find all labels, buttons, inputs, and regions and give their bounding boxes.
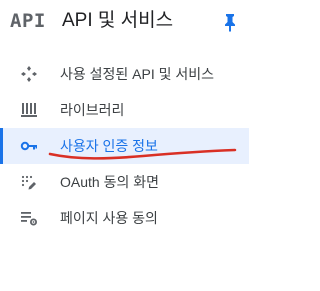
sidebar-header: API API 및 서비스 bbox=[0, 0, 249, 42]
key-icon bbox=[20, 137, 38, 155]
library-icon bbox=[20, 101, 38, 119]
page-usage-agreement-icon bbox=[20, 209, 38, 227]
sidebar-item-label: 사용 설정된 API 및 서비스 bbox=[60, 66, 215, 82]
sidebar-item-library[interactable]: 라이브러리 bbox=[0, 92, 249, 128]
sidebar-item-page-usage-agreement[interactable]: 페이지 사용 동의 bbox=[0, 200, 249, 236]
api-services-sidebar: API API 및 서비스 사용 설정된 API 및 서비스 라이브러리 사용자… bbox=[0, 0, 249, 291]
api-diamond-icon bbox=[20, 65, 38, 83]
oauth-consent-icon bbox=[20, 173, 38, 191]
sidebar-item-label: 라이브러리 bbox=[60, 102, 125, 118]
sidebar-item-enabled-apis[interactable]: 사용 설정된 API 및 서비스 bbox=[0, 56, 249, 92]
sidebar-item-oauth-consent[interactable]: OAuth 동의 화면 bbox=[0, 164, 249, 200]
sidebar-item-label: 사용자 인증 정보 bbox=[60, 138, 158, 154]
sidebar-item-label: 페이지 사용 동의 bbox=[60, 210, 158, 226]
sidebar-item-credentials[interactable]: 사용자 인증 정보 bbox=[0, 128, 249, 164]
sidebar-title: API 및 서비스 bbox=[62, 10, 174, 31]
sidebar-item-label: OAuth 동의 화면 bbox=[60, 174, 159, 190]
sidebar-nav: 사용 설정된 API 및 서비스 라이브러리 사용자 인증 정보 OAuth 동… bbox=[0, 56, 249, 236]
pin-icon[interactable] bbox=[221, 12, 239, 32]
api-logo: API bbox=[10, 10, 46, 32]
